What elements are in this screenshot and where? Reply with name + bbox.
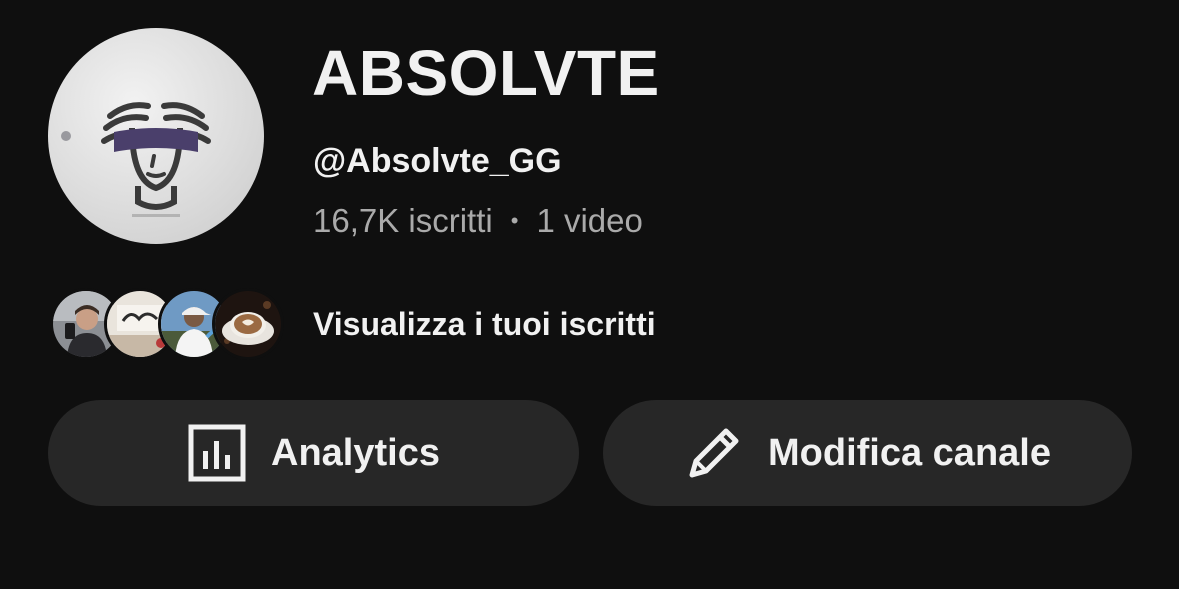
avatar-coffee-photo-icon	[215, 291, 281, 357]
analytics-button[interactable]: Analytics	[48, 400, 579, 506]
view-subscribers-link[interactable]: Visualizza i tuoi iscritti	[313, 306, 656, 343]
channel-stats: 16,7K iscritti • 1 video	[313, 202, 643, 240]
stats-separator: •	[510, 208, 519, 233]
video-count: 1 video	[536, 202, 643, 239]
blindfolded-justice-logo-icon	[61, 102, 211, 217]
channel-name: ABSOLVTE	[312, 37, 660, 109]
channel-handle: @Absolvte_GG	[313, 142, 562, 180]
edit-channel-button[interactable]: Modifica canale	[603, 400, 1132, 506]
subscriber-avatars	[50, 288, 286, 360]
subscriber-avatar-4	[212, 288, 284, 360]
analytics-button-label: Analytics	[271, 431, 440, 474]
pencil-icon	[684, 423, 744, 483]
bar-chart-icon	[187, 423, 247, 483]
subscriber-count: 16,7K iscritti	[313, 202, 493, 239]
edit-channel-button-label: Modifica canale	[768, 431, 1051, 474]
channel-avatar[interactable]	[48, 28, 264, 244]
view-subscribers-row[interactable]: Visualizza i tuoi iscritti	[50, 288, 656, 360]
